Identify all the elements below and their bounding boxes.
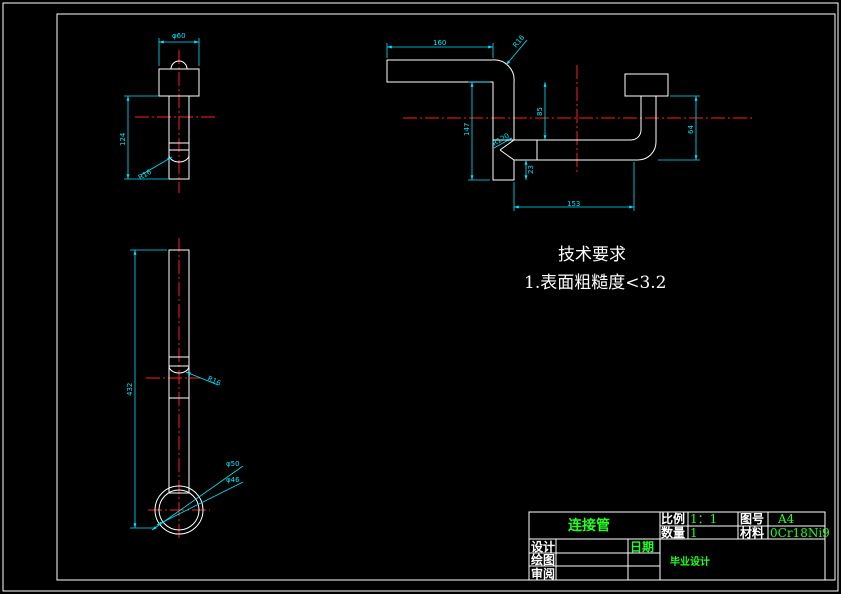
dim-front-r120: R120 — [491, 132, 511, 148]
front-view: 160 R16 147 85 64 153 23 R120 — [386, 33, 752, 211]
dim-front-64: 64 — [687, 125, 695, 134]
title-block: 连接管 比例 1：1 图号 A4 数量 1 材料 0Cr18Ni9 设计 绘图 … — [528, 511, 830, 581]
quantity-value: 1 — [690, 526, 698, 540]
dim-top-width: φ60 — [172, 32, 186, 40]
quantity-label: 数量 — [661, 525, 685, 540]
side-view: 432 R16 φ50 φ46 — [126, 238, 244, 540]
drawing-label: 绘图 — [531, 552, 555, 567]
scale-value: 1：1 — [690, 512, 717, 526]
inner-drawing-frame — [56, 13, 836, 581]
dim-front-bend-radius: R16 — [511, 33, 526, 49]
dim-side-radius: R16 — [206, 375, 222, 388]
dim-front-85: 85 — [536, 107, 544, 116]
material-label: 材料 — [739, 525, 764, 540]
review-label: 审阅 — [531, 566, 555, 581]
dim-front-23: 23 — [527, 165, 535, 174]
dim-front-160: 160 — [433, 39, 446, 47]
sheet-value: A4 — [777, 512, 795, 526]
material-value: 0Cr18Ni9 — [770, 526, 830, 540]
scale-label: 比例 — [661, 511, 685, 526]
cad-drawing-sheet: φ60 124 R16 160 R16 147 85 64 153 23 R12… — [2, 2, 839, 592]
design-label: 设计 — [531, 539, 555, 554]
dim-side-outer-dia: φ50 — [226, 460, 240, 468]
dim-side-432: 432 — [126, 383, 134, 396]
top-view: φ60 124 R16 — [119, 32, 215, 193]
sheet-label: 图号 — [740, 511, 764, 526]
project-name: 毕业设计 — [670, 555, 710, 568]
part-name: 连接管 — [568, 517, 610, 534]
dim-front-147: 147 — [463, 123, 471, 136]
dim-side-inner-dia: φ46 — [226, 476, 240, 484]
dim-top-height: 124 — [119, 132, 127, 146]
tech-req-item-1: 1.表面粗糙度<3.2 — [524, 273, 667, 293]
dim-front-153: 153 — [567, 200, 580, 208]
date-label: 日期 — [630, 539, 654, 554]
dim-top-radius: R16 — [137, 168, 153, 182]
outer-sheet-border — [2, 2, 839, 592]
tech-req-heading: 技术要求 — [558, 245, 626, 265]
